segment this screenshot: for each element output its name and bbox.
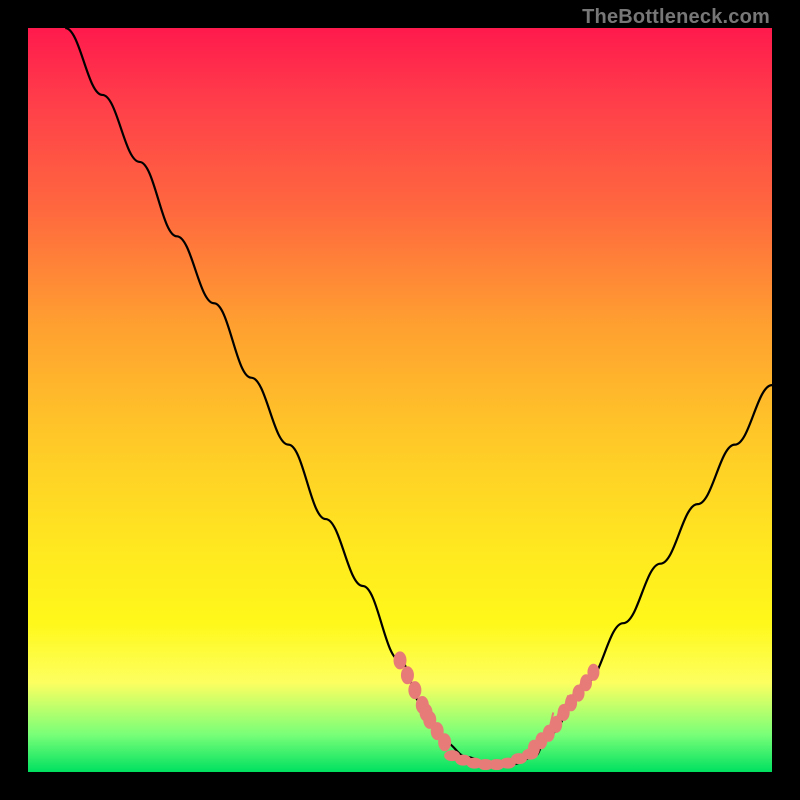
chart-plot-area (28, 28, 772, 772)
curve-marker (408, 681, 421, 699)
curve-marker (394, 651, 407, 669)
bottleneck-curve (65, 28, 772, 765)
curve-marker (401, 666, 414, 684)
watermark-text: TheBottleneck.com (582, 6, 770, 29)
curve-marker (438, 733, 451, 751)
curve-markers (394, 651, 600, 770)
chart-svg (28, 28, 772, 772)
curve-marker (587, 664, 599, 681)
